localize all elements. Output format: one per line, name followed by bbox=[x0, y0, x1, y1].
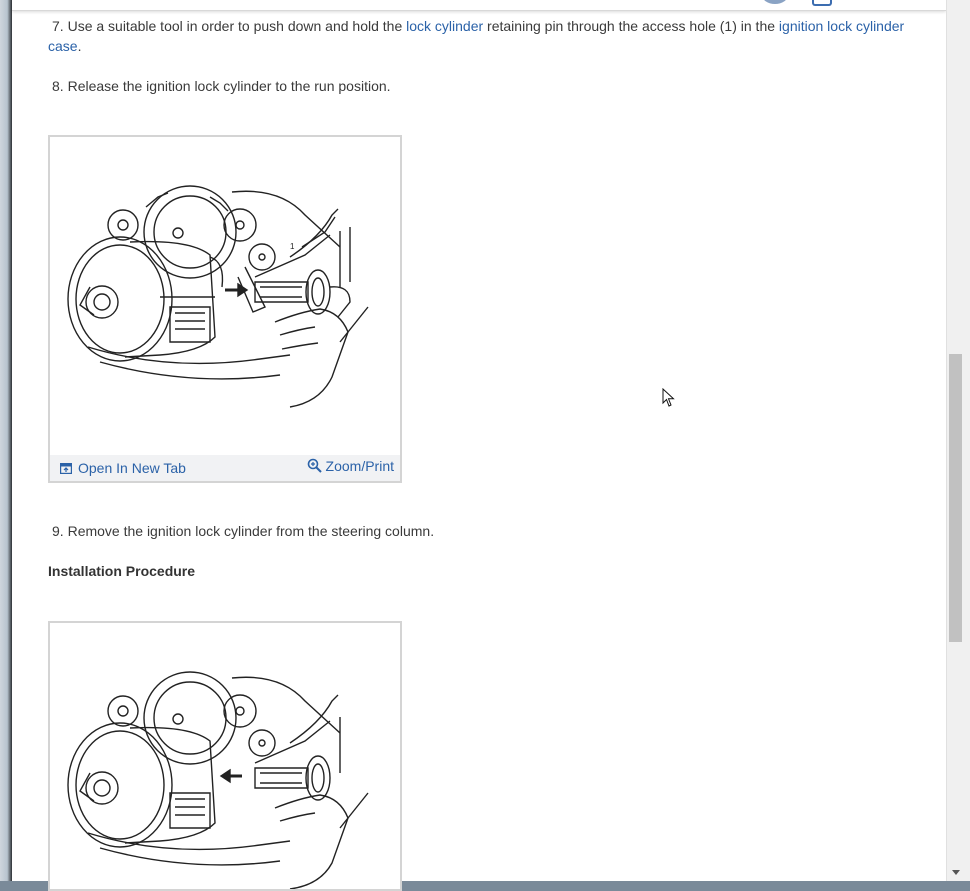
procedure-content: 7. Use a suitable tool in order to push … bbox=[48, 0, 928, 891]
vertical-scrollbar[interactable] bbox=[946, 0, 970, 881]
step-8: 8. Release the ignition lock cylinder to… bbox=[48, 76, 928, 96]
figure-ignition-cylinder-install bbox=[48, 621, 402, 891]
installation-procedure-heading: Installation Procedure bbox=[48, 563, 196, 579]
step-text: Release the ignition lock cylinder to th… bbox=[67, 78, 391, 94]
open-in-new-tab-button[interactable]: Open In New Tab bbox=[60, 460, 186, 476]
step-7: 7. Use a suitable tool in order to push … bbox=[48, 16, 928, 56]
step-9: 9. Remove the ignition lock cylinder fro… bbox=[48, 521, 928, 541]
figure-toolbar: Open In New Tab Zoom/Print bbox=[50, 455, 400, 481]
ignition-cylinder-illustration[interactable]: 1 bbox=[50, 137, 400, 455]
zoom-print-label: Zoom/Print bbox=[325, 458, 394, 474]
step-text: retaining pin through the access hole (1… bbox=[483, 18, 779, 34]
magnifier-zoom-icon bbox=[307, 458, 322, 473]
step-number: 7. bbox=[52, 18, 64, 34]
mouse-pointer-icon bbox=[662, 388, 675, 407]
step-number: 8. bbox=[52, 78, 64, 94]
step-text: Remove the ignition lock cylinder from t… bbox=[67, 523, 435, 539]
ignition-cylinder-install-illustration[interactable] bbox=[50, 623, 400, 889]
open-in-new-tab-icon bbox=[60, 462, 72, 474]
scrollbar-thumb[interactable] bbox=[949, 354, 962, 642]
step-text: Use a suitable tool in order to push dow… bbox=[67, 18, 407, 34]
figure-ignition-cylinder-release: 1 Open In New Tab Zoom/Print bbox=[48, 135, 402, 483]
callout-label: 1 bbox=[290, 242, 295, 251]
step-number: 9. bbox=[52, 523, 64, 539]
scroll-down-arrow-icon[interactable] bbox=[952, 870, 960, 875]
open-in-new-tab-label: Open In New Tab bbox=[78, 460, 186, 476]
step-text: . bbox=[77, 38, 82, 54]
document-window: 7. Use a suitable tool in order to push … bbox=[12, 0, 970, 891]
background-window-edge bbox=[0, 0, 12, 881]
zoom-print-button[interactable]: Zoom/Print bbox=[307, 458, 394, 474]
lock-cylinder-link[interactable]: lock cylinder bbox=[406, 18, 483, 34]
